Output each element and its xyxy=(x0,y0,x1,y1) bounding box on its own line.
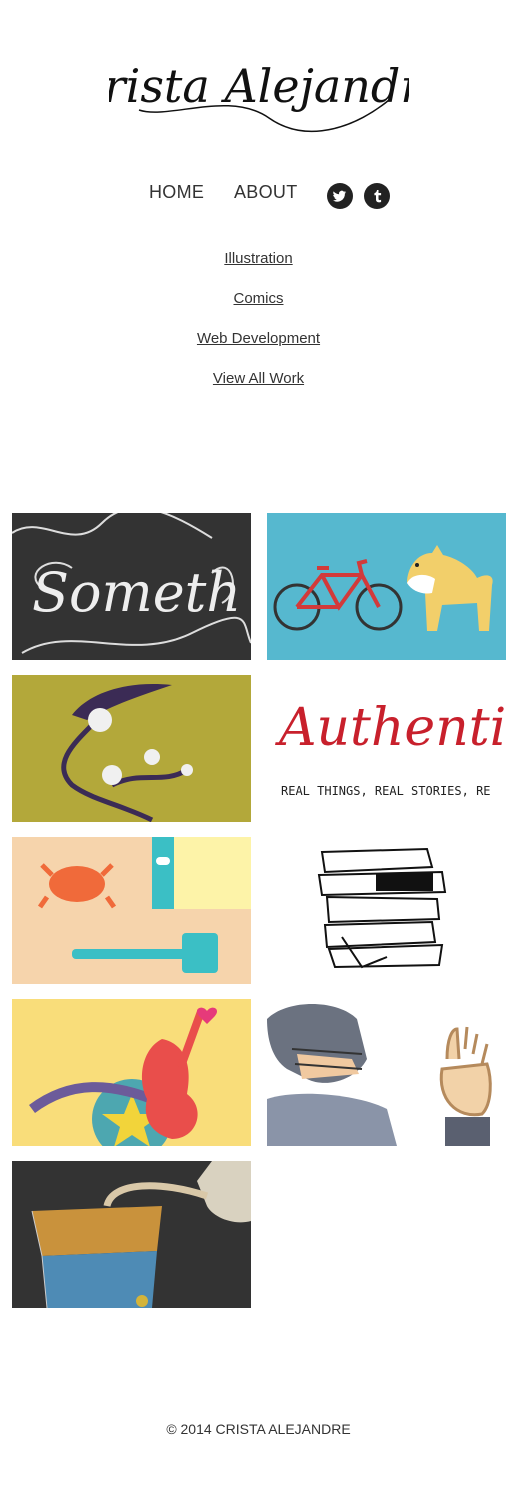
category-view-all[interactable]: View All Work xyxy=(0,370,517,387)
portfolio-tile-coffee[interactable] xyxy=(12,1161,251,1308)
nav-home[interactable]: HOME xyxy=(149,182,204,203)
category-illustration[interactable]: Illustration xyxy=(0,250,517,267)
portfolio-tile-books[interactable] xyxy=(267,837,506,984)
portfolio-tile-authenticity[interactable]: Authentici REAL THINGS, REAL STORIES, RE xyxy=(267,675,506,822)
category-comics[interactable]: Comics xyxy=(0,290,517,307)
tumblr-icon[interactable] xyxy=(364,183,390,209)
svg-text:Authentici: Authentici xyxy=(275,698,506,758)
portfolio-tile-football-player[interactable] xyxy=(267,999,506,1146)
main-nav: HOME ABOUT xyxy=(0,182,517,212)
category-web-development[interactable]: Web Development xyxy=(0,330,517,347)
svg-text:REAL THINGS, REAL STORIES, RE: REAL THINGS, REAL STORIES, RE xyxy=(281,784,491,798)
portfolio-tile-bicycle-dog[interactable] xyxy=(267,513,506,660)
logo-text: Crista Alejandre xyxy=(109,59,409,113)
nav-about[interactable]: ABOUT xyxy=(234,182,298,203)
portfolio-tile-crab-gavel[interactable] xyxy=(12,837,251,984)
portfolio-tile-thistle[interactable] xyxy=(12,675,251,822)
footer-copyright: © 2014 CRISTA ALEJANDRE xyxy=(166,1421,351,1437)
site-logo[interactable]: Crista Alejandre xyxy=(0,30,517,145)
portfolio-tile-guitar[interactable] xyxy=(12,999,251,1146)
svg-text:Someth: Someth xyxy=(32,561,241,624)
portfolio-tile-lettering[interactable]: Someth xyxy=(12,513,251,660)
twitter-icon[interactable] xyxy=(327,183,353,209)
logo-script: Crista Alejandre xyxy=(109,59,409,133)
